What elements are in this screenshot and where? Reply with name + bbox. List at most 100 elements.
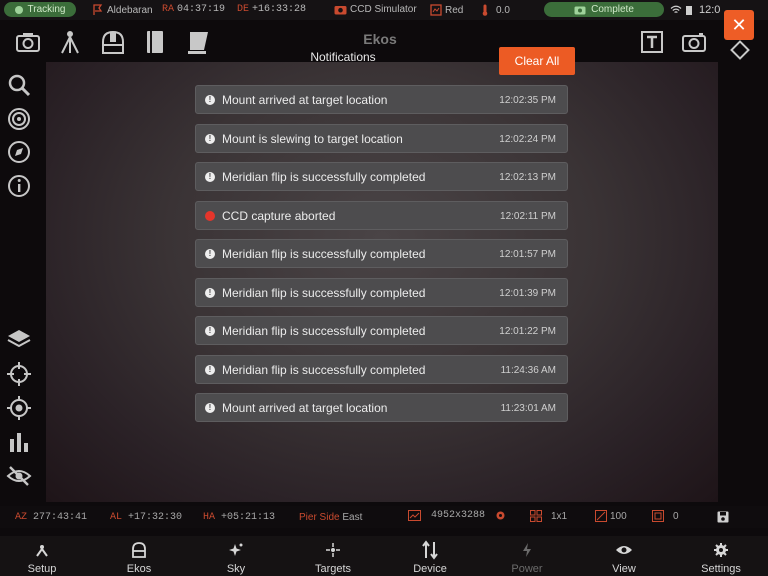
observatory-icon[interactable] [99, 28, 127, 56]
tracking-label: Tracking [27, 4, 66, 15]
layers-icon[interactable] [6, 326, 32, 352]
notification-message: Meridian flip is successfully completed [222, 247, 426, 261]
snapshot-icon[interactable] [680, 28, 708, 56]
notification-item[interactable]: ! Mount arrived at target location 11:23:0… [195, 393, 568, 422]
notification-item[interactable]: ! Meridian flip is successfully completed… [195, 277, 568, 307]
flat-panel-icon[interactable] [184, 28, 212, 56]
ra-value: 04:37:19 [177, 4, 226, 15]
notification-message: Meridian flip is successfully completed [222, 170, 426, 184]
camera-icon[interactable] [14, 28, 42, 56]
bottom-navigation: Setup Ekos Sky Targets Device Power View… [0, 536, 768, 576]
nav-targets-label: Targets [314, 563, 352, 575]
nav-settings[interactable]: Settings [691, 536, 751, 576]
info-icon: ! [205, 364, 215, 375]
search-icon[interactable] [6, 72, 32, 98]
binning-value: 1x1 [551, 510, 568, 522]
notification-message: Mount arrived at target location [222, 401, 388, 415]
pier-side-label: Pier Side [299, 512, 340, 523]
gain-value: 100 [610, 510, 627, 522]
notification-time: 12:02:24 PM [499, 133, 556, 145]
sky-icon [229, 543, 243, 556]
info-icon[interactable] [6, 173, 32, 199]
resolution-settings-icon[interactable] [495, 510, 506, 521]
nav-device[interactable]: Device [400, 536, 460, 576]
notification-time: 11:23:01 AM [500, 403, 556, 414]
info-icon: ! [205, 287, 215, 298]
crosshair-icon[interactable] [6, 361, 32, 387]
de-value: +16:33:28 [252, 4, 307, 15]
notification-item[interactable]: ! Meridian flip is successfully completed… [195, 162, 568, 191]
ekos-icon [132, 542, 146, 558]
tracking-status-pill[interactable]: Tracking [4, 2, 76, 17]
nav-view[interactable]: View [594, 536, 654, 576]
tracking-indicator-icon [14, 5, 23, 14]
info-icon: ! [205, 172, 215, 182]
de-label: DE [237, 4, 250, 15]
offset-readout: 0 [652, 510, 679, 522]
nav-power-label: Power [511, 563, 543, 575]
settings-icon [714, 543, 728, 557]
notification-time: 12:02:13 PM [499, 172, 556, 183]
filter-name: Red [445, 4, 464, 16]
nav-setup-label: Setup [27, 563, 57, 575]
notification-time: 11:24:36 AM [500, 364, 556, 376]
clock: 12:0 [699, 4, 721, 16]
telescope-mount-icon[interactable] [56, 28, 84, 56]
filter-info: Red [430, 4, 463, 16]
nav-setup[interactable]: Setup [12, 536, 72, 576]
notification-time: 12:02:11 PM [500, 210, 556, 222]
az-value: 277:43:41 [33, 512, 88, 523]
nav-targets[interactable]: Targets [303, 536, 363, 576]
save-icon[interactable] [717, 511, 729, 523]
clear-all-button[interactable]: Clear All [499, 47, 575, 75]
ra-label: RA [162, 4, 175, 15]
histogram-icon[interactable] [6, 429, 32, 455]
close-icon: ✕ [731, 14, 747, 35]
capture-status-pill[interactable]: Complete [544, 2, 664, 17]
notification-message: Mount arrived at target location [222, 93, 388, 107]
gps-fixed-icon[interactable] [6, 395, 32, 421]
nav-device-label: Device [413, 563, 447, 575]
notification-time: 12:01:39 PM [499, 287, 556, 299]
notification-item[interactable]: ! Meridian flip is successfully completed… [195, 239, 568, 268]
de-readout: DE +16:33:28 [237, 4, 306, 15]
text-overlay-icon[interactable] [638, 28, 666, 56]
al-readout: AL +17:32:30 [110, 512, 182, 523]
setup-icon [36, 545, 48, 557]
pier-side-value: East [342, 512, 363, 523]
left-sidebar [0, 64, 40, 504]
battery-icon [686, 6, 692, 15]
flag-icon [93, 4, 103, 15]
ra-readout: RA 04:37:19 [162, 4, 225, 15]
notification-item[interactable]: ! Mount arrived at target location 12:02:3… [195, 85, 568, 114]
notification-item[interactable]: ! Meridian flip is successfully completed… [195, 316, 568, 345]
offset-value: 0 [673, 510, 679, 522]
logbook-icon[interactable] [141, 28, 169, 56]
close-notifications-button[interactable]: ✕ [724, 10, 754, 40]
target-info: Aldebaran [92, 4, 153, 16]
nav-sky[interactable]: Sky [206, 536, 266, 576]
info-icon: ! [205, 403, 215, 413]
notification-item[interactable]: ! CCD capture aborted 12:02:11 PM [195, 200, 568, 230]
target-icon[interactable] [6, 106, 32, 132]
notification-item[interactable]: ! Mount is slewing to target location 12:0… [195, 123, 568, 153]
camera-name: CCD Simulator [350, 4, 417, 15]
visibility-off-icon[interactable] [6, 463, 32, 489]
nav-sky-label: Sky [226, 563, 246, 575]
filter-icon [430, 4, 442, 16]
info-icon: ! [205, 326, 215, 336]
notification-item[interactable]: ! Meridian flip is successfully completed… [195, 354, 568, 384]
rotate-icon[interactable] [726, 36, 754, 64]
binning-icon [530, 510, 542, 522]
error-icon: ! [205, 210, 215, 221]
notification-message: Meridian flip is successfully completed [222, 285, 426, 300]
az-label: AZ [15, 512, 28, 523]
offset-icon [652, 510, 664, 522]
binning-readout: 1x1 [530, 510, 567, 522]
compass-icon[interactable] [6, 139, 32, 165]
temperature-info: 0.0 [481, 4, 510, 16]
nav-power[interactable]: Power [497, 536, 557, 576]
nav-ekos[interactable]: Ekos [109, 536, 169, 576]
ha-readout: HA +05:21:13 [203, 512, 275, 523]
ekos-title: Ekos [363, 31, 397, 47]
